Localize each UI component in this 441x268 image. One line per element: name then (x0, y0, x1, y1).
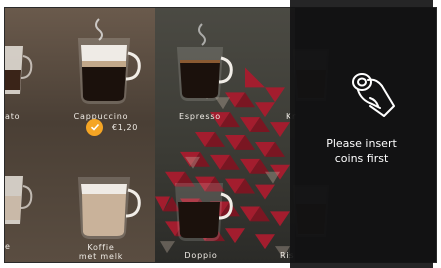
partial-cup-icon[interactable] (5, 40, 35, 100)
price-label: €1,20 (112, 122, 138, 132)
drink-label-line2: met melk (78, 252, 124, 261)
cappuccino-cup-icon[interactable] (73, 15, 143, 107)
check-icon (86, 118, 103, 136)
selection-price-row: €1,20 (86, 118, 138, 136)
drink-label-espresso[interactable]: Espresso (175, 112, 225, 121)
drink-label-partial[interactable]: ato (5, 112, 20, 121)
drink-label-doppio[interactable]: Doppio (181, 251, 221, 260)
message-line1: Please insert (326, 137, 397, 150)
drink-label-line1: Koffie (87, 243, 115, 252)
payment-overlay (290, 0, 433, 268)
drink-label-koffie-met-melk[interactable]: Koffie met melk (73, 243, 129, 261)
doppio-cup-icon[interactable] (170, 178, 236, 244)
insert-coins-message: Please insert coins first (290, 136, 433, 166)
coin-insert-icon (352, 73, 395, 117)
drink-label-partial-bottom[interactable]: e (5, 242, 11, 251)
message-line2: coins first (334, 152, 389, 165)
espresso-cup-icon[interactable] (172, 22, 238, 108)
partial-cup-icon-bottom[interactable] (5, 170, 35, 230)
koffie-met-melk-cup-icon[interactable] (73, 170, 143, 242)
